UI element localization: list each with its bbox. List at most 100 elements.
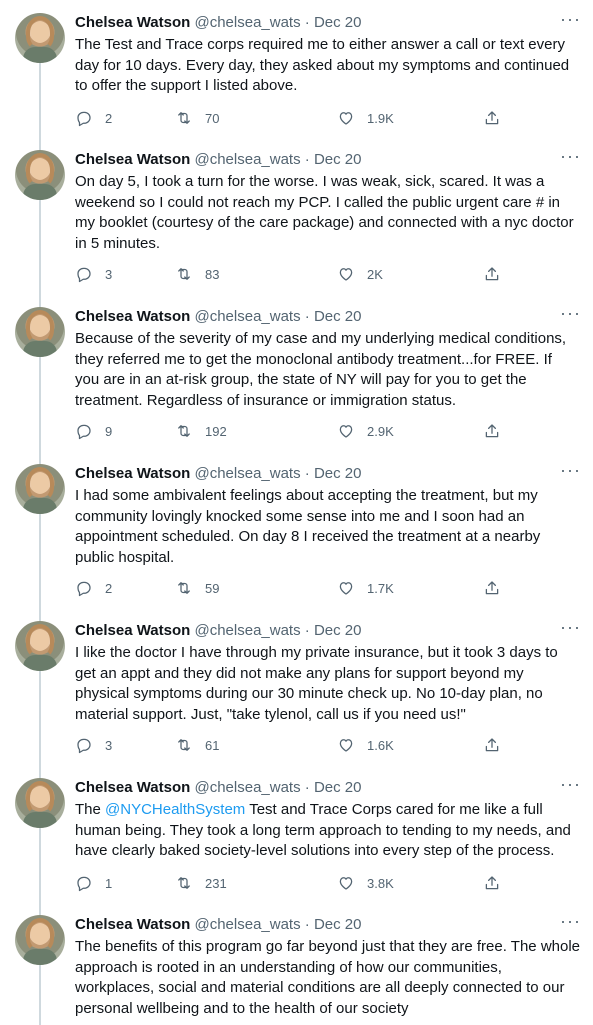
avatar[interactable] (15, 915, 65, 965)
tweet[interactable]: Chelsea Watson @chelsea_wats · Dec 20 ··… (0, 461, 593, 604)
author-handle[interactable]: @chelsea_wats (194, 14, 300, 31)
tweet-header: Chelsea Watson @chelsea_wats · Dec 20 (75, 915, 361, 935)
tweet-actions: 2 70 1.9K (75, 108, 505, 128)
retweet-icon (178, 739, 190, 751)
author-name[interactable]: Chelsea Watson (75, 465, 190, 482)
more-options-icon[interactable]: ··· (560, 304, 581, 327)
more-options-icon[interactable]: ··· (560, 618, 581, 641)
author-name[interactable]: Chelsea Watson (75, 151, 190, 168)
tweet-header: Chelsea Watson @chelsea_wats · Dec 20 (75, 778, 361, 798)
avatar[interactable] (15, 778, 65, 828)
avatar[interactable] (15, 150, 65, 200)
like-button[interactable]: 2K (337, 264, 383, 284)
avatar[interactable] (15, 464, 65, 514)
tweet-text: On day 5, I took a turn for the worse. I… (75, 173, 574, 252)
reply-count: 3 (105, 266, 113, 282)
reply-button[interactable]: 3 (75, 264, 112, 284)
author-name[interactable]: Chelsea Watson (75, 779, 190, 796)
tweet[interactable]: Chelsea Watson @chelsea_wats · Dec 20 ··… (0, 775, 593, 898)
separator-dot: · (304, 779, 310, 796)
share-button[interactable] (483, 873, 501, 893)
author-handle[interactable]: @chelsea_wats (194, 916, 300, 933)
mention-link[interactable]: @NYCHealthSystem (105, 801, 245, 818)
more-options-icon[interactable]: ··· (560, 147, 581, 170)
tweet-text: The Test and Trace corps required me to … (75, 36, 570, 94)
tweet[interactable]: Chelsea Watson @chelsea_wats · Dec 20 ··… (0, 618, 593, 761)
like-button[interactable]: 2.9K (337, 421, 394, 441)
like-button[interactable]: 1.7K (337, 578, 394, 598)
reply-icon (77, 424, 91, 440)
tweet-header: Chelsea Watson @chelsea_wats · Dec 20 (75, 464, 361, 484)
avatar[interactable] (15, 13, 65, 63)
author-handle[interactable]: @chelsea_wats (194, 779, 300, 796)
author-handle[interactable]: @chelsea_wats (194, 622, 300, 639)
tweet-text: The benefits of this program go far beyo… (75, 938, 581, 1017)
author-name[interactable]: Chelsea Watson (75, 308, 190, 325)
heart-icon (339, 268, 353, 281)
retweet-button[interactable]: 192 (175, 421, 227, 441)
more-options-icon[interactable]: ··· (560, 912, 581, 935)
tweet-date[interactable]: Dec 20 (314, 916, 362, 933)
author-handle[interactable]: @chelsea_wats (194, 308, 300, 325)
avatar[interactable] (15, 621, 65, 671)
share-button[interactable] (483, 421, 501, 441)
retweet-icon (178, 112, 190, 124)
tweet[interactable]: Chelsea Watson @chelsea_wats · Dec 20 ··… (0, 147, 593, 290)
tweet-date[interactable]: Dec 20 (314, 622, 362, 639)
separator-dot: · (304, 622, 310, 639)
retweet-count: 70 (205, 110, 220, 126)
reply-icon (77, 267, 91, 283)
retweet-button[interactable]: 231 (175, 873, 227, 893)
like-button[interactable]: 3.8K (337, 873, 394, 893)
reply-button[interactable]: 2 (75, 578, 112, 598)
reply-button[interactable]: 1 (75, 873, 112, 893)
like-count: 1.6K (367, 737, 394, 753)
heart-icon (339, 877, 353, 890)
reply-button[interactable]: 3 (75, 735, 112, 755)
reply-button[interactable]: 2 (75, 108, 112, 128)
retweet-button[interactable]: 61 (175, 735, 219, 755)
heart-icon (339, 425, 353, 438)
retweet-button[interactable]: 83 (175, 264, 219, 284)
like-count: 1.9K (367, 110, 394, 126)
like-button[interactable]: 1.6K (337, 735, 394, 755)
tweet-text: Because of the severity of my case and m… (75, 330, 567, 409)
separator-dot: · (304, 916, 310, 933)
tweet-header: Chelsea Watson @chelsea_wats · Dec 20 (75, 13, 361, 33)
tweet-date[interactable]: Dec 20 (314, 14, 362, 31)
retweet-button[interactable]: 70 (175, 108, 219, 128)
share-icon (485, 424, 499, 438)
retweet-count: 192 (205, 423, 227, 439)
share-button[interactable] (483, 264, 501, 284)
author-name[interactable]: Chelsea Watson (75, 14, 190, 31)
more-options-icon[interactable]: ··· (560, 775, 581, 798)
tweet-actions: 2 59 1.7K (75, 578, 505, 598)
author-handle[interactable]: @chelsea_wats (194, 151, 300, 168)
tweet-date[interactable]: Dec 20 (314, 465, 362, 482)
tweet-date[interactable]: Dec 20 (314, 151, 362, 168)
author-name[interactable]: Chelsea Watson (75, 622, 190, 639)
reply-icon (77, 111, 91, 127)
reply-button[interactable]: 9 (75, 421, 112, 441)
more-options-icon[interactable]: ··· (560, 10, 581, 33)
reply-count: 2 (105, 580, 113, 596)
tweet-text: The @NYCHealthSystem Test and Trace Corp… (75, 800, 580, 862)
share-button[interactable] (483, 735, 501, 755)
like-button[interactable]: 1.9K (337, 108, 394, 128)
avatar[interactable] (15, 307, 65, 357)
author-handle[interactable]: @chelsea_wats (194, 465, 300, 482)
tweet-date[interactable]: Dec 20 (314, 308, 362, 325)
tweet[interactable]: Chelsea Watson @chelsea_wats · Dec 20 ··… (0, 10, 593, 133)
more-options-icon[interactable]: ··· (560, 461, 581, 484)
heart-icon (339, 112, 353, 125)
tweet[interactable]: Chelsea Watson @chelsea_wats · Dec 20 ··… (0, 912, 593, 1025)
retweet-button[interactable]: 59 (175, 578, 219, 598)
retweet-count: 83 (205, 266, 220, 282)
reply-icon (77, 738, 91, 754)
tweet[interactable]: Chelsea Watson @chelsea_wats · Dec 20 ··… (0, 304, 593, 447)
author-name[interactable]: Chelsea Watson (75, 916, 190, 933)
share-button[interactable] (483, 578, 501, 598)
reply-count: 2 (105, 110, 113, 126)
share-button[interactable] (483, 108, 501, 128)
tweet-date[interactable]: Dec 20 (314, 779, 362, 796)
